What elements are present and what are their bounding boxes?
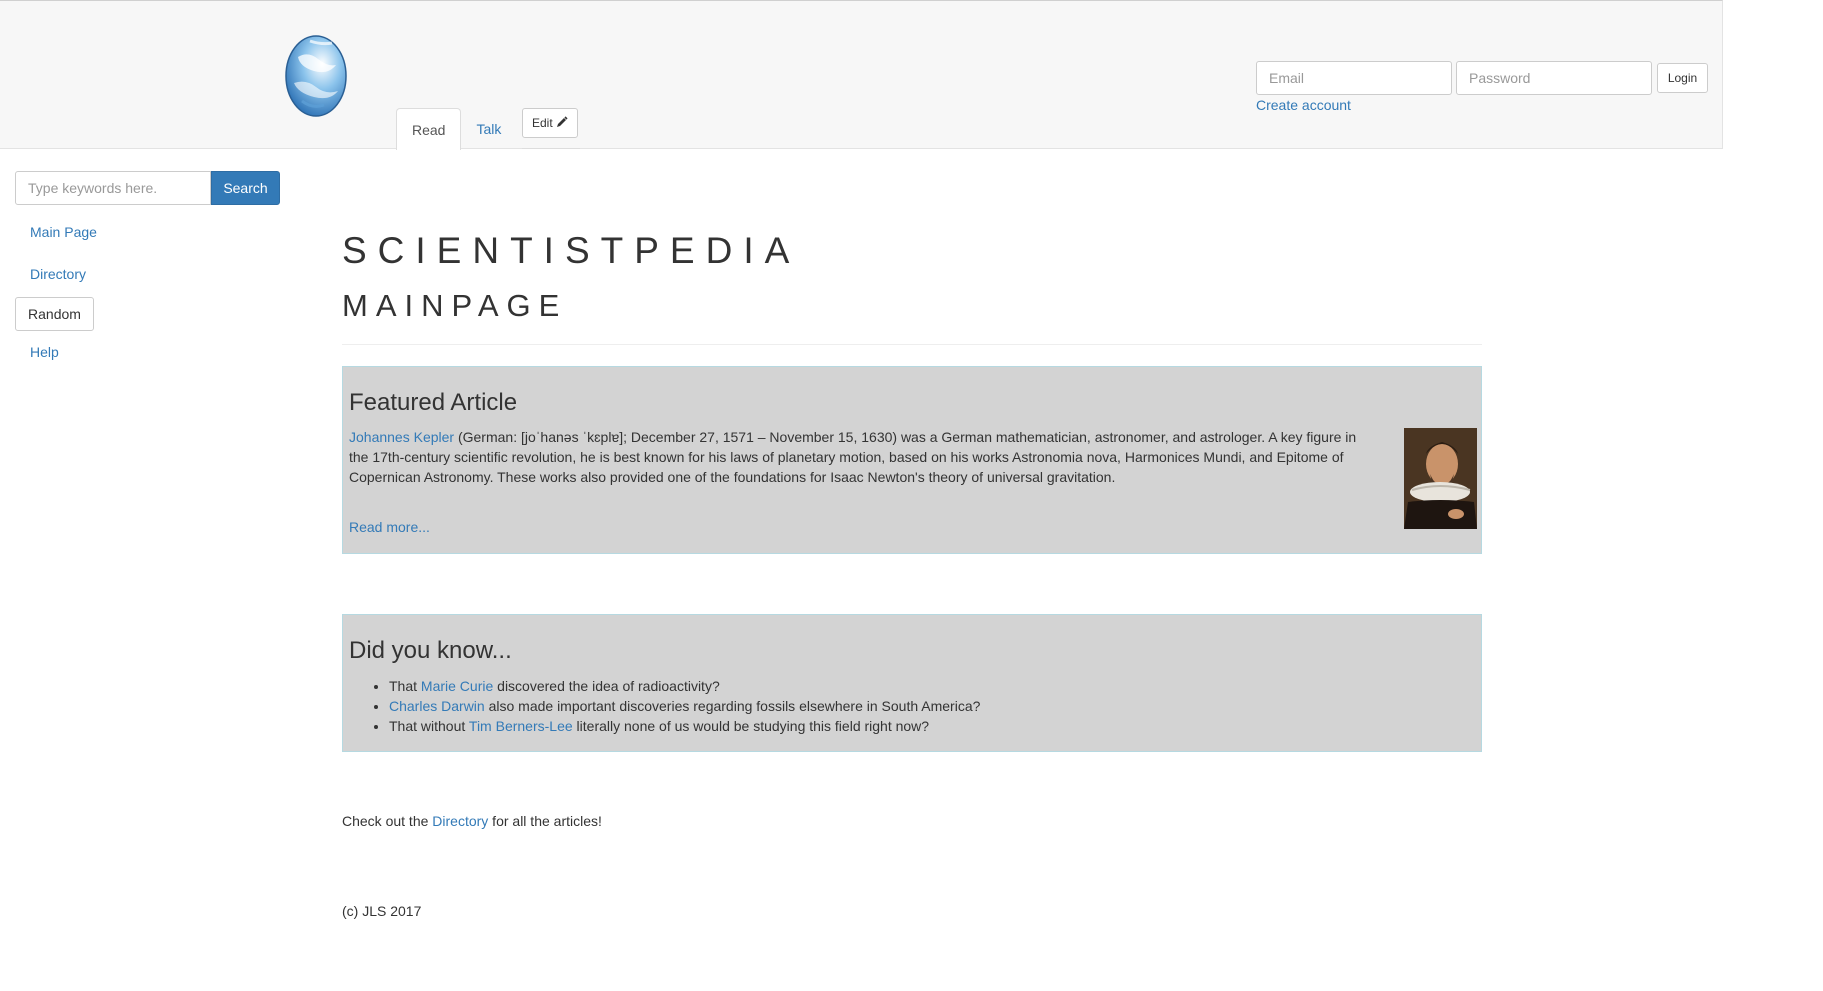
password-field[interactable]: Password <box>1456 61 1652 95</box>
create-account-link[interactable]: Create account <box>1256 97 1351 113</box>
password-placeholder: Password <box>1469 70 1531 86</box>
johannes-kepler-link[interactable]: Johannes Kepler <box>349 429 454 445</box>
featured-article-body: (German: [joˈhanəs ˈkɛplɐ]; December 27,… <box>349 429 1357 485</box>
callout-text: for all the articles! <box>488 813 602 829</box>
list-item-text: That <box>389 678 421 694</box>
pencil-icon <box>556 115 568 131</box>
sidebar-item-directory[interactable]: Directory <box>30 266 86 282</box>
list-item-text: literally none of us would be studying t… <box>572 718 930 734</box>
search-input[interactable]: Type keywords here. <box>15 171 211 205</box>
login-button[interactable]: Login <box>1657 63 1708 93</box>
marie-curie-link[interactable]: Marie Curie <box>421 678 493 694</box>
edit-button[interactable]: Edit <box>522 108 578 138</box>
page-title: MAINPAGE <box>342 288 568 323</box>
tim-berners-lee-link[interactable]: Tim Berners-Lee <box>469 718 573 734</box>
tab-underline <box>522 148 580 149</box>
did-you-know-title: Did you know... <box>349 637 512 664</box>
edit-label: Edit <box>532 116 553 130</box>
did-you-know-box: Did you know... That Marie Curie discove… <box>342 614 1482 752</box>
site-title: SCIENTISTPEDIA <box>342 230 801 271</box>
did-you-know-list: That Marie Curie discovered the idea of … <box>349 676 980 736</box>
sidebar-item-main-page[interactable]: Main Page <box>30 224 97 240</box>
search-placeholder: Type keywords here. <box>28 180 158 196</box>
kepler-portrait <box>1404 428 1477 529</box>
list-item: That Marie Curie discovered the idea of … <box>389 676 980 696</box>
read-more-link[interactable]: Read more... <box>349 519 430 535</box>
featured-article-title: Featured Article <box>349 389 518 416</box>
search-button[interactable]: Search <box>211 171 280 205</box>
directory-link[interactable]: Directory <box>432 813 488 829</box>
earth-logo[interactable] <box>284 35 348 117</box>
page-tabs: Read Talk <box>396 108 516 150</box>
email-field[interactable]: Email <box>1256 61 1452 95</box>
list-item-text: discovered the idea of radioactivity? <box>493 678 720 694</box>
list-item: That without Tim Berners-Lee literally n… <box>389 716 980 736</box>
site-header: Read Talk Edit Email Password Login Crea… <box>0 0 1723 150</box>
email-placeholder: Email <box>1269 70 1305 86</box>
tab-read[interactable]: Read <box>396 108 462 150</box>
tab-talk[interactable]: Talk <box>461 108 516 150</box>
footer-copyright: (c) JLS 2017 <box>342 903 422 919</box>
sidebar-item-random[interactable]: Random <box>15 297 94 331</box>
charles-darwin-link[interactable]: Charles Darwin <box>389 698 485 714</box>
sidebar-item-help[interactable]: Help <box>30 344 59 360</box>
callout-text: Check out the <box>342 813 433 829</box>
title-divider <box>342 344 1482 345</box>
list-item-text: also made important discoveries regardin… <box>484 698 981 714</box>
featured-article-box: Featured Article Johannes Kepler (German… <box>342 366 1482 554</box>
directory-callout: Check out the Directory for all the arti… <box>342 813 602 829</box>
list-item: Charles Darwin also made important disco… <box>389 696 980 716</box>
featured-article-text: Johannes Kepler (German: [joˈhanəs ˈkɛpl… <box>349 427 1379 487</box>
list-item-text: That without <box>389 718 469 734</box>
